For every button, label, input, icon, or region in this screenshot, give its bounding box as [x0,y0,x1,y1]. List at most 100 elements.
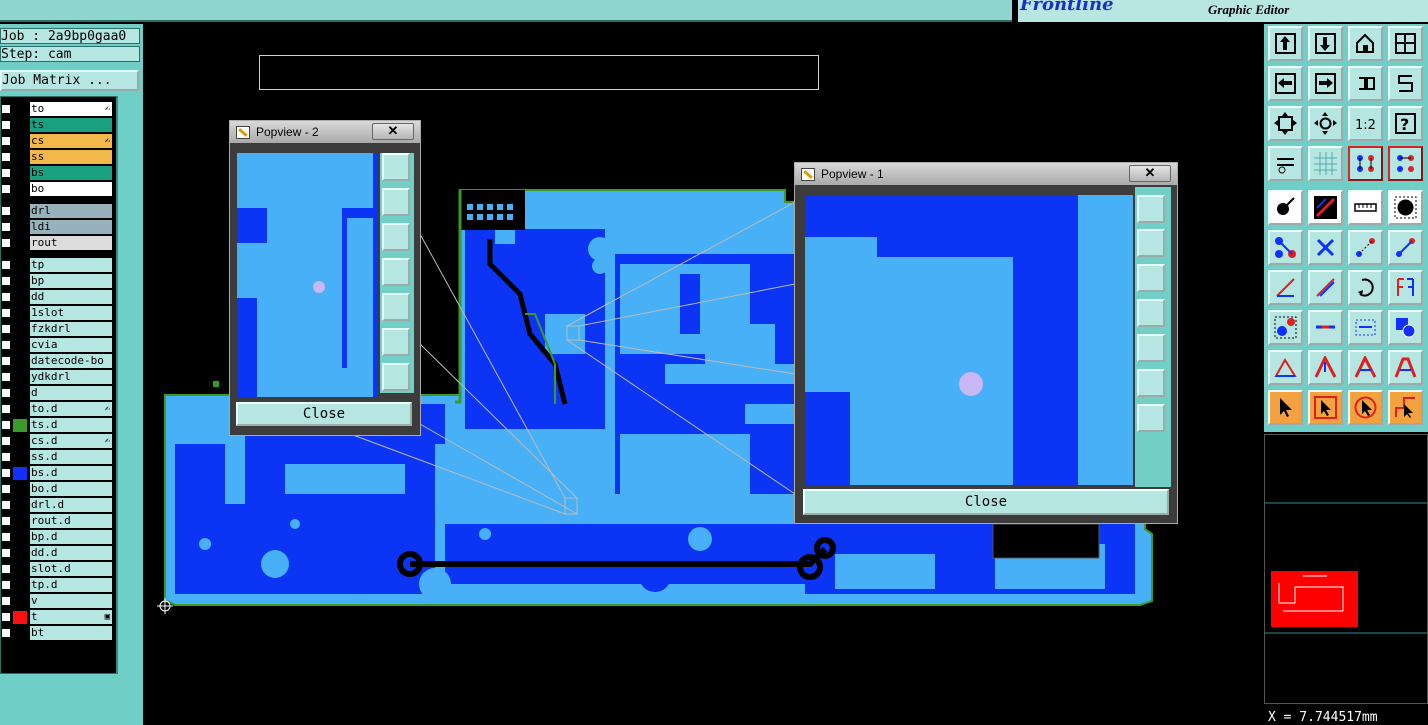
pan-left-button[interactable] [1137,299,1165,327]
layer-row-rout[interactable]: rout [1,236,114,250]
layer-checkbox[interactable] [1,206,11,216]
layer-color-swatch[interactable] [13,387,27,400]
layer-checkbox[interactable] [1,596,11,606]
layer-name[interactable]: cs [30,134,112,148]
layer-checkbox[interactable] [1,452,11,462]
layer-checkbox[interactable] [1,340,11,350]
layer-name[interactable]: slot.d [30,562,112,576]
layer-checkbox[interactable] [1,168,11,178]
delete-tool-button[interactable] [1308,230,1343,265]
pan-up-button[interactable] [1137,229,1165,257]
layer-color-swatch[interactable] [13,579,27,592]
pan-right-button[interactable] [1308,66,1343,101]
layer-name[interactable]: fzkdrl [30,322,112,336]
popview-1-close-x-button[interactable]: ✕ [1129,165,1171,182]
fillet-tool-button[interactable] [1388,350,1423,385]
zoom-in-button[interactable] [382,328,410,356]
layer-row-d[interactable]: d [1,386,114,400]
layer-checkbox[interactable] [1,372,11,382]
layer-name[interactable]: bs [30,166,112,180]
layer-row-1slot[interactable]: 1slot [1,306,114,320]
window-button[interactable] [1388,26,1423,61]
layer-name[interactable]: cvia [30,338,112,352]
group-tool-button[interactable] [1388,310,1423,345]
layer-checkbox[interactable] [1,628,11,638]
align-tool-button[interactable] [1308,310,1343,345]
layer-checkbox[interactable] [1,388,11,398]
pad-tool-button[interactable] [1268,190,1303,225]
layer-checkbox[interactable] [1,564,11,574]
layer-name[interactable]: ss [30,150,112,164]
home-button[interactable] [1348,26,1383,61]
layer-checkbox[interactable] [1,484,11,494]
circle-tool-button[interactable] [1388,190,1423,225]
layer-row-bo[interactable]: bo [1,182,114,196]
layer-color-swatch[interactable] [13,547,27,560]
pan-left-button[interactable] [1268,66,1303,101]
layer-color-swatch[interactable] [13,183,27,196]
a-tool-button[interactable] [1348,350,1383,385]
layer-name[interactable]: bp.d [30,530,112,544]
layer-checkbox[interactable] [1,292,11,302]
layer-name[interactable]: bt [30,626,112,640]
layer-checkbox[interactable] [1,308,11,318]
net-highlight-button[interactable] [1348,146,1383,181]
layer-row-ldi[interactable]: ldi [1,220,114,234]
line-tool-button[interactable] [1308,190,1343,225]
popview-1-zoom-view[interactable] [805,195,1133,485]
layer-color-swatch[interactable] [13,435,27,448]
layer-row-drl[interactable]: drl [1,204,114,218]
layer-color-swatch[interactable] [13,151,27,164]
layer-color-swatch[interactable] [13,119,27,132]
layer-name[interactable]: 1slot [30,306,112,320]
layer-name[interactable]: bo [30,182,112,196]
layer-color-swatch[interactable] [13,595,27,608]
layer-color-swatch[interactable] [13,103,27,116]
layer-checkbox[interactable] [1,612,11,622]
peak-tool-button[interactable] [1308,350,1343,385]
zoom-home-button[interactable] [1268,26,1303,61]
layer-color-swatch[interactable] [13,355,27,368]
layer-name[interactable]: to [30,102,112,116]
stretch-tool-button[interactable] [1348,310,1383,345]
layer-color-swatch[interactable] [13,237,27,250]
popview-2-window[interactable]: Popview - 2 ✕ Close [229,120,421,436]
layer-name[interactable]: bp [30,274,112,288]
layer-color-swatch[interactable] [13,467,27,480]
layer-color-swatch[interactable] [13,339,27,352]
measure-button[interactable] [1268,146,1303,181]
popview-2-titlebar[interactable]: Popview - 2 ✕ [230,121,420,143]
zoom-in-button[interactable] [1137,369,1165,397]
zoom-fit-button[interactable] [382,153,410,181]
pan-left-button[interactable] [382,258,410,286]
pan-down-button[interactable] [382,223,410,251]
layer-color-swatch[interactable] [13,221,27,234]
layer-name[interactable]: rout.d [30,514,112,528]
view-down-button[interactable] [1308,26,1343,61]
pan-right-button[interactable] [382,293,410,321]
layer-row-slot.d[interactable]: slot.d [1,562,114,576]
snap-button[interactable] [1388,66,1423,101]
layer-checkbox[interactable] [1,238,11,248]
layer-checkbox[interactable] [1,152,11,162]
select-poly-button[interactable] [1388,390,1423,425]
popview-1-titlebar[interactable]: Popview - 1 ✕ [795,163,1177,185]
layer-list[interactable]: to ✍ ts cs ✍ ss bs bo drl ldi rout tp bp dd 1slot fzkdr… [0,96,118,674]
layer-color-swatch[interactable] [13,135,27,148]
layer-checkbox[interactable] [1,324,11,334]
layer-color-swatch[interactable] [13,419,27,432]
layer-name[interactable]: ss.d [30,450,112,464]
layer-checkbox[interactable] [1,436,11,446]
layer-color-swatch[interactable] [13,291,27,304]
layer-row-cs.d[interactable]: cs.d ✍ [1,434,114,448]
layer-checkbox[interactable] [1,136,11,146]
mirror-tool-button[interactable] [1388,270,1423,305]
popview-2-close-button[interactable]: Close [236,402,412,426]
layer-checkbox[interactable] [1,580,11,590]
layer-color-swatch[interactable] [13,307,27,320]
ruler-tool-button[interactable] [1348,190,1383,225]
layer-color-swatch[interactable] [13,167,27,180]
pan-down-button[interactable] [1137,264,1165,292]
layer-checkbox[interactable] [1,120,11,130]
select-box-button[interactable] [1308,390,1343,425]
